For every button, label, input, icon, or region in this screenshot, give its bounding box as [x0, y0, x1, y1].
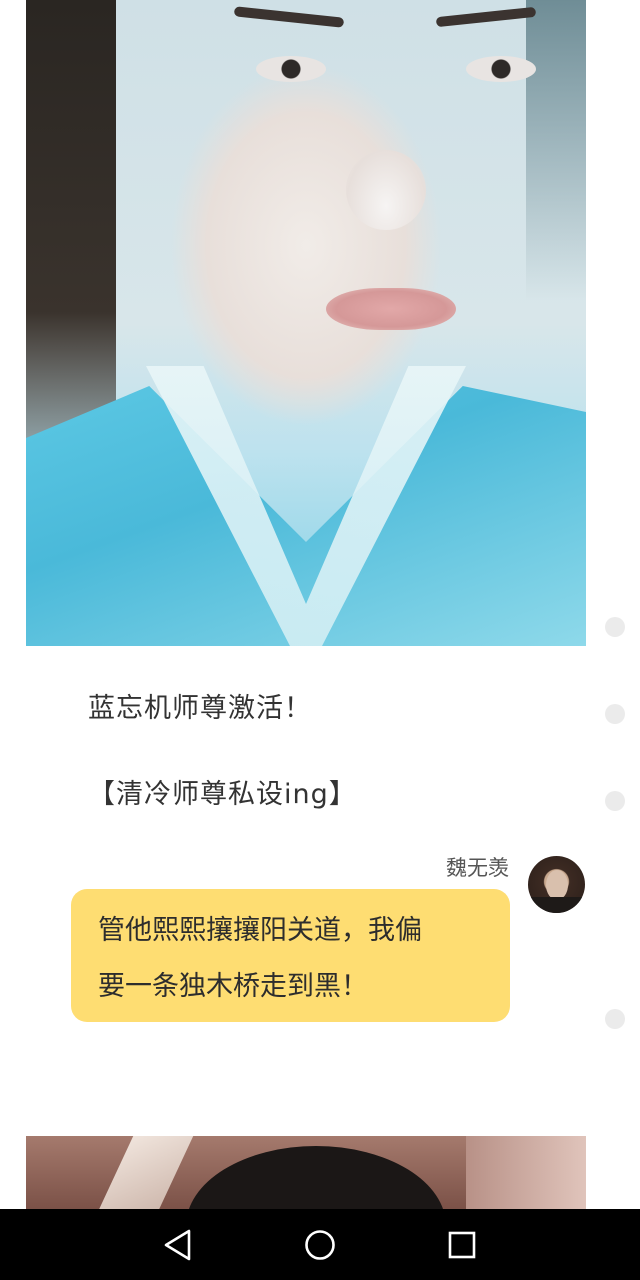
portrait-image-bottom[interactable] [26, 1136, 586, 1210]
right-brow [435, 6, 537, 28]
avatar[interactable] [528, 856, 585, 913]
avatar-clothing [528, 897, 585, 913]
background-light [466, 1136, 586, 1210]
left-brow [233, 6, 345, 28]
chat-sender-name: 魏无羡 [446, 856, 509, 880]
lips [326, 288, 456, 330]
left-eye [256, 56, 326, 82]
reading-page: 蓝忘机师尊激活！ 【清冷师尊私设ing】 魏无羡 管他熙熙攘攘阳关道，我偏 要一… [0, 0, 640, 1280]
scroll-indicator-dot [605, 617, 625, 637]
home-circle-icon[interactable] [298, 1223, 342, 1267]
portrait-image-top[interactable] [26, 0, 586, 646]
scroll-indicator-dot [605, 791, 625, 811]
scroll-indicator-dot [605, 704, 625, 724]
hair-ornament [98, 1136, 194, 1210]
nose [346, 150, 426, 230]
system-navigation-bar [0, 1209, 640, 1280]
right-eye [466, 56, 536, 82]
avatar-face [546, 870, 568, 900]
post-text-line-1: 蓝忘机师尊激活！ [88, 693, 312, 724]
dark-hair [186, 1146, 446, 1210]
background-right [526, 0, 586, 300]
scroll-indicator-dot [605, 1009, 625, 1029]
chat-message-line-1: 管他熙熙攘攘阳关道，我偏 [98, 915, 422, 946]
recents-square-icon[interactable] [440, 1223, 484, 1267]
back-triangle-icon[interactable] [156, 1223, 200, 1267]
chat-message-bubble[interactable]: 管他熙熙攘攘阳关道，我偏 要一条独木桥走到黑！ [71, 889, 510, 1022]
post-text-line-2: 【清冷师尊私设ing】 [88, 779, 357, 810]
chat-message-line-2: 要一条独木桥走到黑！ [98, 971, 368, 1002]
